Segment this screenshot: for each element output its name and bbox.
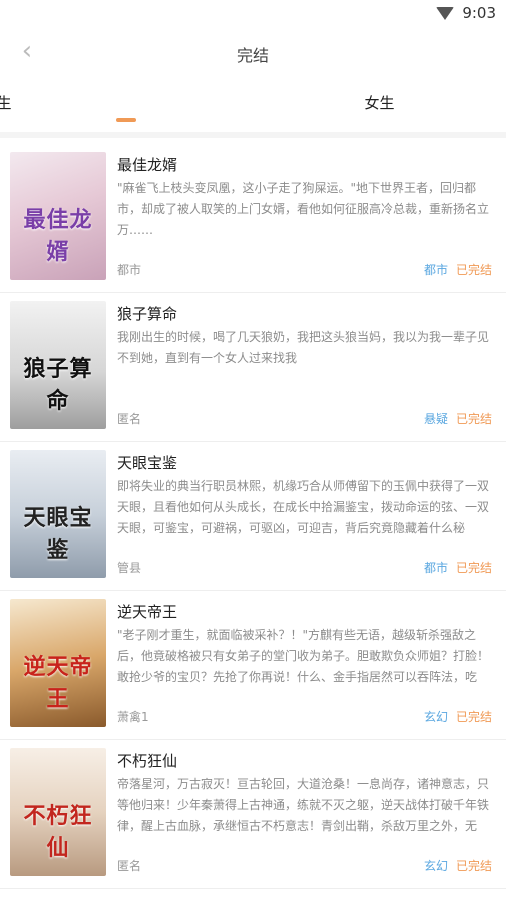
book-title: 狼子算命 [117, 305, 178, 323]
book-tags: 玄幻 已完结 [424, 708, 492, 725]
tab-female-label: 女生 [364, 94, 395, 112]
book-author: 萧禽1 [117, 710, 149, 724]
status-right: 9:03 [436, 4, 496, 22]
book-author: 匿名 [117, 859, 142, 873]
genre-tag: 都市 [423, 561, 448, 575]
book-tags: 悬疑 已完结 [424, 410, 492, 427]
book-title: 不朽狂仙 [117, 752, 178, 770]
book-description: "麻雀飞上枝头变凤凰，这小子走了狗屎运。"地下世界王者，回归都市，却成了被人取笑… [117, 181, 490, 237]
book-cover: 不朽狂仙 [10, 748, 106, 876]
book-cover: 天眼宝鉴 [10, 450, 106, 578]
status-time: 9:03 [462, 4, 496, 22]
status-bar: 9:03 [0, 0, 506, 28]
book-description: 我刚出生的时候，喝了几天狼奶，我把这头狼当妈，我以为我一辈子见不到她，直到有一个… [117, 330, 490, 365]
book-item[interactable]: 不朽狂仙 不朽狂仙 帝落星河，万古寂灭！亘古轮回，大道沧桑！一息尚存，诸神意志，… [0, 740, 506, 889]
tab-indicator [116, 118, 136, 122]
tab-male-label: 男生 [0, 94, 12, 112]
book-description: "老子刚才重生，就面临被采补？！"方麒有些无语，越级斩杀强敌之后，他竟破格被只有… [117, 628, 490, 684]
book-item[interactable]: 最佳龙婿 最佳龙婿 "麻雀飞上枝头变凤凰，这小子走了狗屎运。"地下世界王者，回归… [0, 144, 506, 293]
cover-title: 逆天帝王 [23, 655, 93, 712]
tab-bar: 男生 女生 [0, 78, 506, 132]
status-tag: 已完结 [455, 263, 492, 277]
cover-title: 天眼宝鉴 [23, 506, 93, 563]
page-title: 完结 [236, 46, 269, 65]
cover-title: 狼子算命 [23, 357, 93, 414]
tab-female[interactable]: 女生 [253, 78, 506, 132]
book-item[interactable]: 狼子算命 狼子算命 我刚出生的时候，喝了几天狼奶，我把这头狼当妈，我以为我一辈子… [0, 293, 506, 442]
header: ‹ 完结 [0, 28, 506, 78]
genre-tag: 悬疑 [423, 412, 448, 426]
cover-title: 不朽狂仙 [23, 804, 93, 861]
book-author: 匿名 [117, 412, 142, 426]
status-tag: 已完结 [455, 412, 492, 426]
genre-tag: 都市 [423, 263, 448, 277]
wifi-icon [436, 6, 455, 20]
status-tag: 已完结 [455, 710, 492, 724]
book-cover: 逆天帝王 [10, 599, 106, 727]
book-cover: 狼子算命 [10, 301, 106, 429]
book-title: 逆天帝王 [117, 603, 178, 621]
book-author: 管县 [117, 561, 142, 575]
book-list: 最佳龙婿 最佳龙婿 "麻雀飞上枝头变凤凰，这小子走了狗屎运。"地下世界王者，回归… [0, 144, 506, 889]
book-author: 都市 [117, 263, 142, 277]
status-tag: 已完结 [455, 859, 492, 873]
book-item[interactable]: 逆天帝王 逆天帝王 "老子刚才重生，就面临被采补？！"方麒有些无语，越级斩杀强敌… [0, 591, 506, 740]
book-description: 即将失业的典当行职员林熙，机缘巧合从师傅留下的玉佩中获得了一双天眼，且看他如何从… [117, 479, 490, 535]
book-item[interactable]: 天眼宝鉴 天眼宝鉴 即将失业的典当行职员林熙，机缘巧合从师傅留下的玉佩中获得了一… [0, 442, 506, 591]
book-tags: 玄幻 已完结 [424, 857, 492, 874]
divider [0, 132, 506, 138]
book-tags: 都市 已完结 [424, 559, 492, 576]
book-tags: 都市 已完结 [424, 261, 492, 278]
genre-tag: 玄幻 [423, 859, 448, 873]
tab-male[interactable]: 男生 [0, 78, 253, 132]
book-cover: 最佳龙婿 [10, 152, 106, 280]
book-description: 帝落星河，万古寂灭！亘古轮回，大道沧桑！一息尚存，诸神意志，只等他归来！少年秦萧… [117, 777, 490, 833]
genre-tag: 玄幻 [423, 710, 448, 724]
book-title: 天眼宝鉴 [117, 454, 178, 472]
book-title: 最佳龙婿 [117, 156, 178, 174]
cover-title: 最佳龙婿 [23, 208, 93, 265]
status-tag: 已完结 [455, 561, 492, 575]
